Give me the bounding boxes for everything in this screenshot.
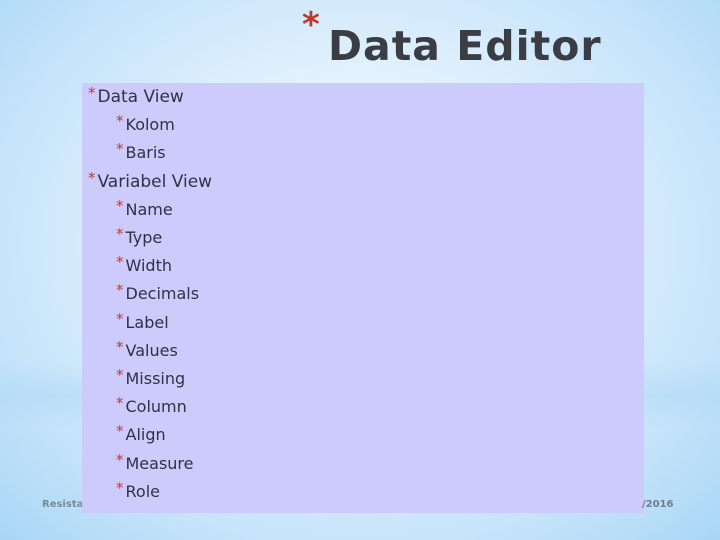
- list-item-label: Decimals: [125, 284, 200, 304]
- bullet-asterisk-icon: *: [116, 422, 124, 441]
- list-item-level1: * Data View: [88, 86, 184, 107]
- bullet-asterisk-icon: *: [116, 450, 124, 469]
- list-item-label: Missing: [125, 369, 186, 388]
- list-item-label: Variabel View: [97, 171, 213, 192]
- list-item-label: Type: [125, 228, 163, 247]
- list-item-level2: * Type: [116, 227, 163, 247]
- list-item-level2: * Measure: [116, 452, 194, 473]
- list-item-level2: * Label: [116, 311, 169, 332]
- bullet-asterisk-icon: *: [116, 309, 124, 328]
- list-item-level2: * Values: [116, 339, 178, 360]
- bullet-asterisk-icon: *: [116, 281, 124, 300]
- list-item-label: Label: [125, 312, 169, 332]
- list-item-level2: * Name: [116, 198, 173, 219]
- bullet-asterisk-icon: *: [116, 140, 124, 159]
- bullet-asterisk-icon: *: [116, 478, 124, 497]
- list-item-label: Measure: [125, 453, 194, 473]
- list-item-level2: * Align: [116, 424, 166, 445]
- list-item-level2: * Width: [116, 255, 172, 276]
- bullet-asterisk-icon: *: [116, 196, 124, 215]
- list-item-label: Data View: [97, 87, 184, 107]
- bullet-asterisk-icon: *: [116, 394, 124, 413]
- list-item-label: Name: [125, 199, 173, 219]
- list-item-level2: * Baris: [116, 142, 166, 163]
- bullet-asterisk-icon: *: [116, 225, 124, 243]
- list-item-label: Width: [125, 256, 172, 276]
- slide-title: Data Editor: [328, 22, 602, 70]
- list-item-level2: * Column: [116, 396, 187, 417]
- list-item-label: Role: [125, 481, 160, 501]
- bullet-asterisk-icon: *: [116, 112, 124, 131]
- list-item-label: Align: [125, 425, 166, 445]
- bullet-asterisk-icon: *: [116, 366, 124, 384]
- list-item-label: Values: [125, 340, 178, 360]
- list-item-level2: * Kolom: [116, 114, 175, 135]
- content-box: * Data View * Kolom * Baris * Variabel View * Nam…: [82, 83, 644, 513]
- list-item-level1: * Variabel View: [88, 170, 213, 192]
- list-item-label: Column: [125, 397, 187, 417]
- bullet-asterisk-icon: *: [116, 337, 124, 356]
- list-item-label: Baris: [125, 143, 166, 163]
- footer-date: /2016: [642, 499, 674, 510]
- bullet-asterisk-icon: *: [116, 253, 124, 272]
- bullet-asterisk-icon: *: [88, 84, 96, 102]
- list-item-level2: * Decimals: [116, 283, 200, 304]
- footer-left-text: Resista: [42, 499, 84, 510]
- list-item-level2: * Missing: [116, 368, 186, 388]
- title-bullet-icon: *: [302, 5, 320, 45]
- list-item-level2: * Role: [116, 480, 160, 501]
- list-item-label: Kolom: [125, 115, 175, 135]
- bullet-asterisk-icon: *: [88, 168, 96, 187]
